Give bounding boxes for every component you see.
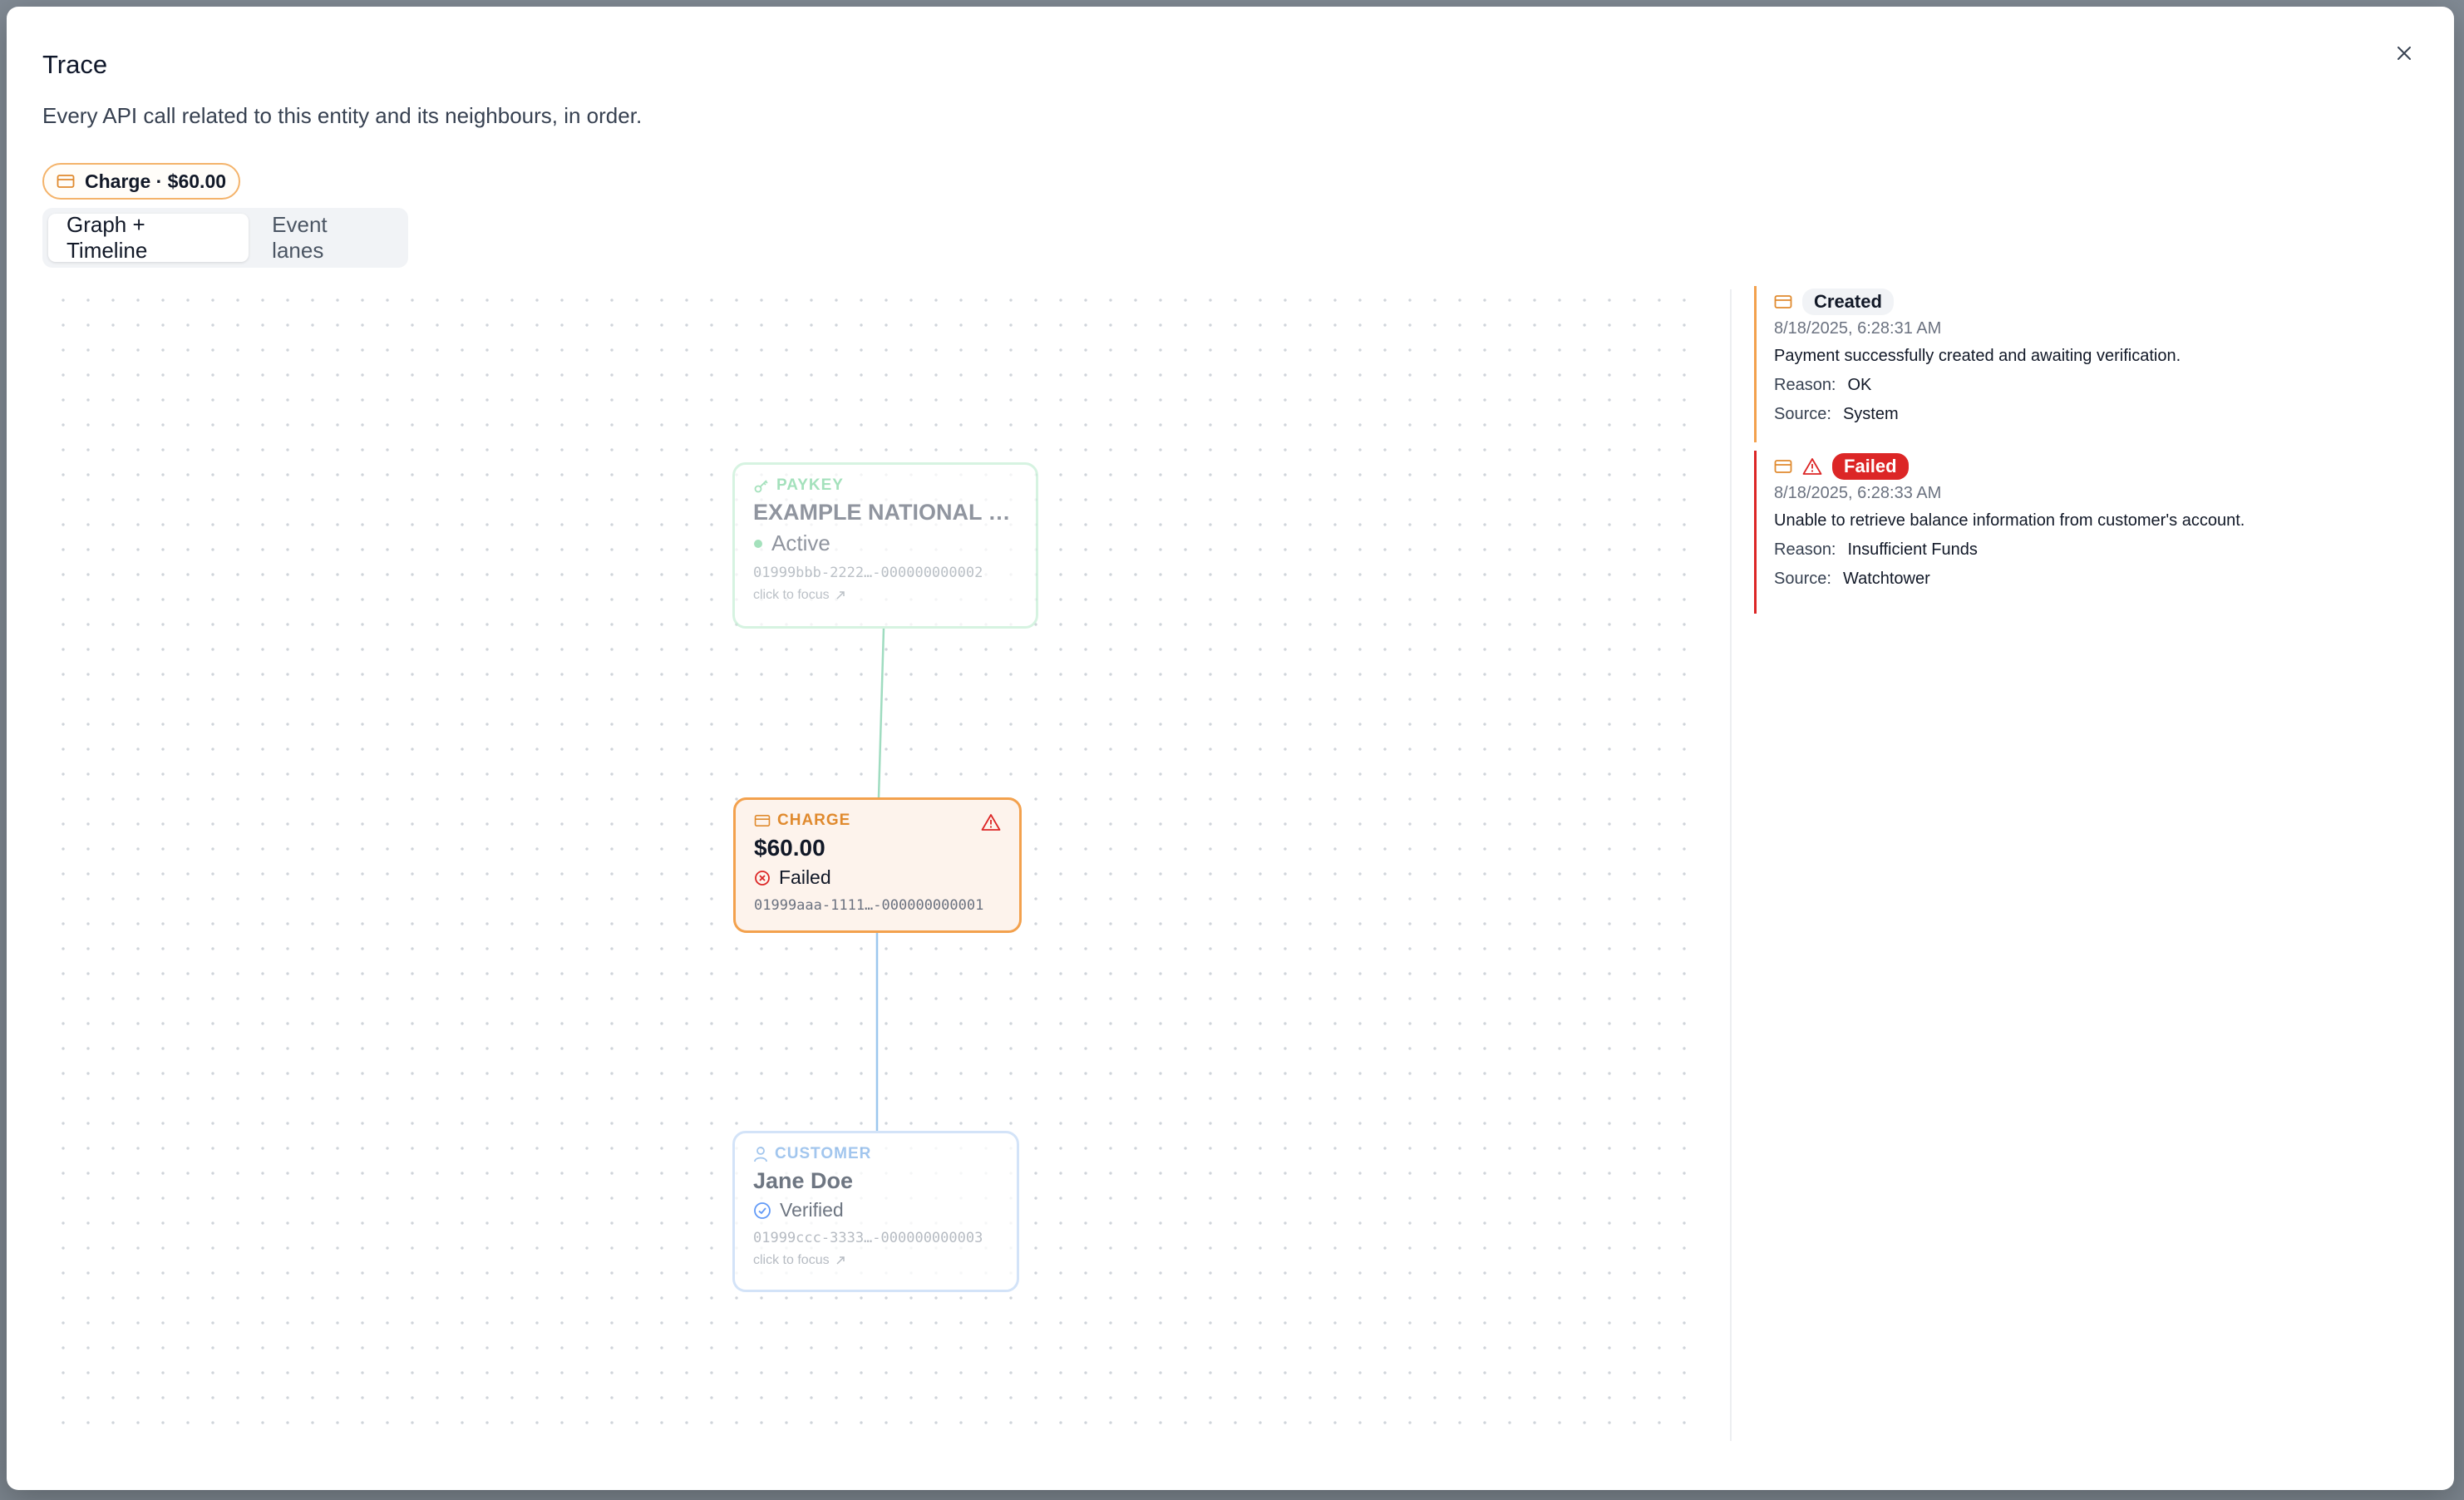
timeline-event[interactable]: Created 8/18/2025, 6:28:31 AM Payment su…	[1754, 286, 2419, 442]
source-label: Source:	[1774, 570, 1831, 588]
close-button[interactable]	[2389, 38, 2419, 68]
reason-label: Reason:	[1774, 540, 1836, 559]
event-message: Unable to retrieve balance information f…	[1774, 511, 2245, 530]
arrow-up-right-icon	[836, 591, 845, 600]
credit-card-icon	[1774, 295, 1792, 308]
reason-value: OK	[1847, 376, 1872, 394]
event-header: Failed	[1774, 451, 2419, 482]
reason-value: Insufficient Funds	[1847, 540, 1978, 559]
tab-graph-timeline[interactable]: Graph + Timeline	[48, 212, 249, 263]
node-customer[interactable]: CUSTOMER Jane Doe Verified 01999ccc-3333…	[732, 1131, 1019, 1292]
event-reason: Reason: OK	[1774, 376, 2419, 395]
check-circle-icon	[754, 1201, 771, 1219]
node-customer-status: Verified	[753, 1199, 998, 1221]
edge-paykey-charge	[877, 628, 885, 798]
source-label: Source:	[1774, 405, 1831, 423]
view-tabs: Graph + Timeline Event lanes	[42, 208, 408, 268]
event-message: Payment successfully created and awaitin…	[1774, 347, 2181, 365]
entity-chip: Charge · $60.00	[42, 163, 241, 200]
tab-event-lanes[interactable]: Event lanes	[254, 212, 402, 263]
credit-card-icon	[57, 175, 75, 188]
event-source: Source: System	[1774, 405, 2419, 424]
click-to-focus-label: click to focus	[753, 1253, 830, 1267]
node-paykey-id: 01999bbb-2222…-000000000002	[753, 565, 983, 581]
status-dot-icon	[754, 539, 762, 548]
close-icon	[2397, 47, 2411, 60]
reason-label: Reason:	[1774, 376, 1836, 394]
status-badge: Created	[1802, 289, 1894, 315]
dialog-title: Trace	[42, 50, 108, 79]
node-paykey-kind: PAYKEY	[753, 476, 1018, 495]
node-charge-id: 01999aaa-1111…-000000000001	[754, 897, 984, 914]
node-paykey-hint: click to focus	[753, 588, 1018, 603]
source-value: System	[1842, 405, 1899, 423]
graph-canvas[interactable]: PAYKEY EXAMPLE NATIONAL B... Active 0199…	[42, 281, 1705, 1441]
x-circle-icon	[755, 870, 770, 886]
event-reason: Reason: Insufficient Funds	[1774, 540, 2419, 560]
user-icon	[754, 1147, 767, 1162]
node-paykey[interactable]: PAYKEY EXAMPLE NATIONAL B... Active 0199…	[732, 462, 1038, 629]
event-timestamp: 8/18/2025, 6:28:33 AM	[1774, 484, 1942, 502]
timeline-event[interactable]: Failed 8/18/2025, 6:28:33 AM Unable to r…	[1754, 451, 2419, 614]
node-customer-id: 01999ccc-3333…-000000000003	[753, 1230, 983, 1246]
credit-card-icon	[754, 814, 771, 827]
node-paykey-status: Active	[753, 530, 1018, 556]
node-customer-kind: CUSTOMER	[753, 1145, 998, 1163]
event-bar	[1754, 451, 1757, 614]
click-to-focus-label: click to focus	[753, 588, 830, 602]
trace-dialog: Trace Every API call related to this ent…	[7, 7, 2454, 1490]
event-bar	[1754, 286, 1757, 442]
node-charge-amount: $60.00	[754, 835, 825, 861]
arrow-up-right-icon	[836, 1256, 845, 1265]
event-source: Source: Watchtower	[1774, 570, 2419, 589]
node-status-label: Failed	[779, 866, 831, 888]
node-customer-name: Jane Doe	[753, 1168, 854, 1193]
node-status-label: Active	[771, 530, 830, 555]
dialog-subtitle: Every API call related to this entity an…	[42, 103, 643, 128]
source-value: Watchtower	[1842, 570, 1930, 588]
entity-chip-label: Charge · $60.00	[85, 170, 227, 192]
node-charge-status: Failed	[754, 866, 1001, 889]
event-timeline: Created 8/18/2025, 6:28:31 AM Payment su…	[1754, 286, 2419, 622]
warning-triangle-icon	[1802, 458, 1822, 475]
node-paykey-name: EXAMPLE NATIONAL B...	[753, 500, 1018, 525]
status-badge: Failed	[1832, 453, 1909, 480]
key-icon	[754, 480, 768, 493]
event-header: Created	[1774, 286, 2419, 318]
node-kind-label: CUSTOMER	[775, 1145, 872, 1162]
node-kind-label: PAYKEY	[776, 476, 844, 494]
event-timestamp: 8/18/2025, 6:28:31 AM	[1774, 319, 1942, 338]
credit-card-icon	[1774, 460, 1792, 473]
warning-triangle-icon	[981, 814, 1001, 831]
node-charge[interactable]: CHARGE $60.00 Failed 01999aaa-1111…-0000…	[733, 797, 1022, 933]
panel-divider	[1730, 289, 1732, 1441]
node-charge-kind: CHARGE	[754, 812, 1001, 830]
node-status-label: Verified	[780, 1199, 844, 1221]
node-customer-hint: click to focus	[753, 1253, 998, 1268]
node-kind-label: CHARGE	[777, 812, 851, 829]
